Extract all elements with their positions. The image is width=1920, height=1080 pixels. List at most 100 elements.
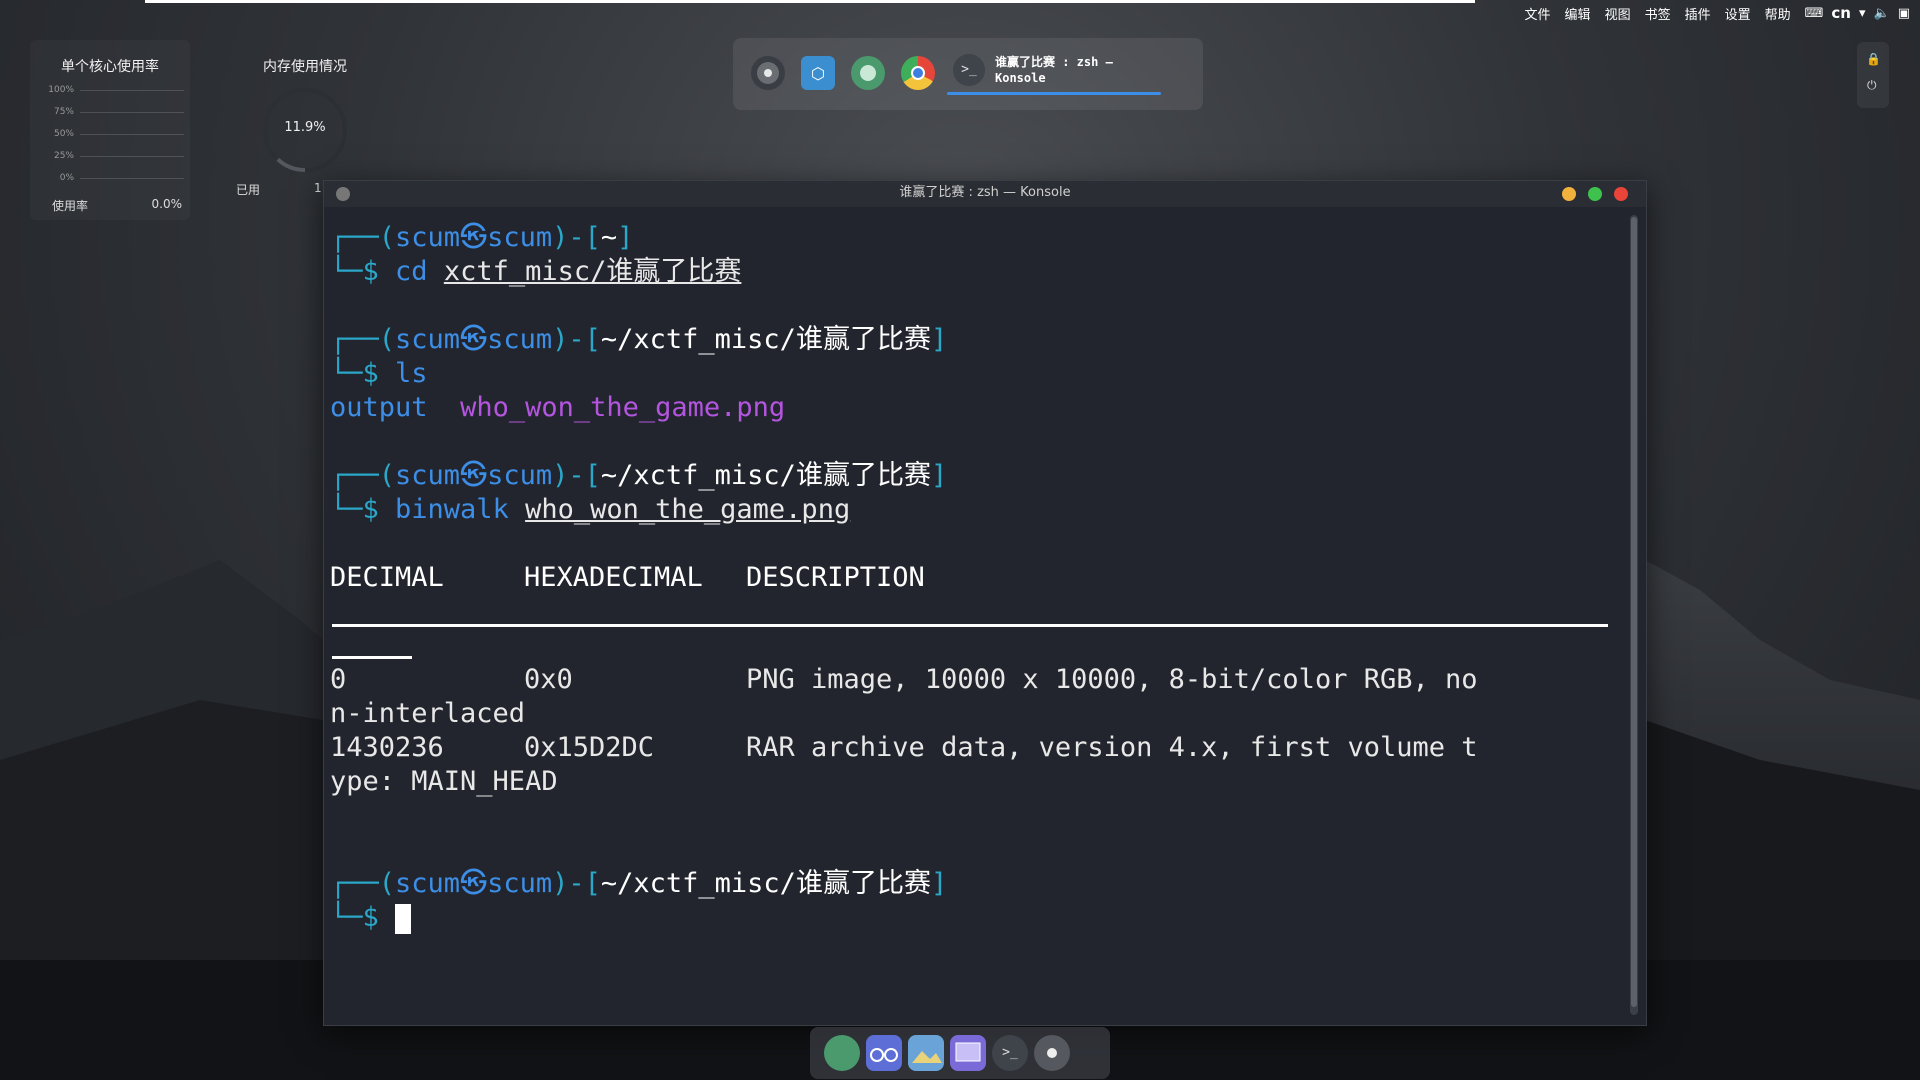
cpu-tick: 100%: [48, 85, 74, 95]
top-launcher-panel: ⬡ >_ 谁赢了比赛 : zsh — Konsole: [733, 38, 1203, 110]
image-viewer-icon[interactable]: [908, 1035, 944, 1071]
cpu-graph: 100% 75% 50% 25% 0%: [44, 85, 184, 200]
taskbar-konsole-entry[interactable]: >_ 谁赢了比赛 : zsh — Konsole: [947, 50, 1161, 95]
glasses-app-icon[interactable]: [866, 1035, 902, 1071]
maximize-button[interactable]: [1588, 187, 1602, 201]
prompt-line: ┌──(scum㉿scum)-[~/xctf_misc/谁赢了比赛]: [330, 323, 947, 357]
volume-icon[interactable]: 🔈: [1874, 6, 1890, 21]
file-manager-icon[interactable]: [824, 1035, 860, 1071]
prompt-line: ┌──(scum㉿scum)-[~]: [330, 221, 633, 255]
prompt-frame: )-[: [552, 324, 601, 355]
command-line: └─$ ls: [330, 357, 428, 391]
menu-plugins[interactable]: 插件: [1685, 4, 1711, 23]
close-button[interactable]: [1614, 187, 1628, 201]
menu-edit[interactable]: 编辑: [1565, 4, 1591, 23]
ls-output: output who_won_the_game.png: [330, 391, 785, 425]
prompt-host: scum: [487, 460, 553, 491]
prompt-dollar: └─$: [330, 256, 396, 287]
prompt-path: ~/xctf_misc/谁赢了比赛: [600, 868, 931, 899]
app-store-icon[interactable]: ⬡: [801, 56, 835, 90]
prompt-dollar: └─$: [330, 902, 396, 933]
command-line: └─$ binwalk who_won_the_game.png: [330, 493, 850, 527]
ls-directory: output: [330, 392, 428, 423]
row2-desc-wrap: ype: MAIN_HEAD: [330, 766, 558, 797]
row2-hex: 0x15D2DC: [524, 732, 655, 763]
table-rule: [332, 624, 1608, 627]
memory-percent: 11.9%: [284, 120, 326, 135]
chrome-browser-icon[interactable]: [901, 56, 935, 90]
prompt-line: ┌──(scum㉿scum)-[~/xctf_misc/谁赢了比赛]: [330, 459, 947, 493]
prompt-dollar: └─$: [330, 494, 396, 525]
power-icon[interactable]: ⏻: [1867, 78, 1877, 93]
menu-file[interactable]: 文件: [1525, 4, 1551, 23]
cpu-tick: 25%: [53, 151, 74, 161]
prompt-path: ~: [600, 222, 618, 253]
menu-bookmarks[interactable]: 书签: [1645, 4, 1671, 23]
row1-decimal: 0: [330, 664, 347, 695]
prompt-sep: ㉿: [460, 460, 488, 491]
settings-gear-icon[interactable]: [1034, 1035, 1070, 1071]
prompt-frame: ┌──(: [330, 868, 396, 899]
cpu-tick: 75%: [53, 107, 74, 117]
lock-icon[interactable]: 🔒: [1866, 52, 1881, 66]
menu-settings[interactable]: 设置: [1725, 4, 1751, 23]
screenshot-app-icon[interactable]: [950, 1035, 986, 1071]
prompt-frame: )-[: [552, 222, 601, 253]
terminal-icon[interactable]: >_: [992, 1035, 1028, 1071]
memory-used-value: 1: [314, 181, 322, 195]
prompt-frame: ]: [617, 222, 634, 253]
terminal-output[interactable]: ┌──(scum㉿scum)-[~] └─$ cd xctf_misc/谁赢了比…: [330, 207, 1630, 1019]
prompt-frame: ┌──(: [330, 324, 396, 355]
menu-help[interactable]: 帮助: [1765, 4, 1791, 23]
prompt-frame: ┌──(: [330, 222, 396, 253]
file-manager-icon[interactable]: [851, 56, 885, 90]
prompt-frame: ]: [930, 460, 948, 491]
global-menu-bar: 文件 编辑 视图 书签 插件 设置 帮助 ⌨ cn ▾ 🔈 ▣: [1525, 0, 1920, 26]
taskbar-label-line2: Konsole: [995, 71, 1046, 85]
prompt-host: scum: [487, 324, 553, 355]
window-titlebar[interactable]: 谁赢了比赛 : zsh — Konsole: [324, 181, 1646, 207]
screen-icon[interactable]: ▣: [1898, 6, 1910, 21]
prompt-frame: ┌──(: [330, 460, 396, 491]
prompt-user: scum: [395, 460, 461, 491]
text-cursor: [395, 903, 412, 934]
prompt-path: ~/xctf_misc/谁赢了比赛: [600, 324, 931, 355]
command-arg: xctf_misc/谁赢了比赛: [443, 256, 742, 287]
memory-used-label: 已用: [236, 183, 261, 197]
bottom-dock: >_: [810, 1027, 1110, 1079]
top-edge-line: [145, 0, 1475, 3]
prompt-sep: ㉿: [460, 324, 488, 355]
col-desc-header: DESCRIPTION: [746, 562, 925, 593]
active-task-indicator: [947, 92, 1161, 95]
keyboard-icon[interactable]: ⌨: [1805, 6, 1824, 21]
cpu-tick: 50%: [53, 129, 74, 139]
menu-view[interactable]: 视图: [1605, 4, 1631, 23]
col-hex-header: HEXADECIMAL: [524, 562, 703, 593]
row1-hex: 0x0: [524, 664, 573, 695]
prompt-sep: ㉿: [460, 868, 488, 899]
memory-widget-title: 内存使用情况: [263, 59, 347, 75]
command-name: cd: [395, 256, 428, 287]
window-title: 谁赢了比赛 : zsh — Konsole: [899, 185, 1071, 200]
prompt-frame: ]: [930, 868, 948, 899]
system-tray: ⌨ cn ▾ 🔈 ▣: [1805, 4, 1910, 22]
prompt-user: scum: [395, 324, 461, 355]
konsole-app-icon[interactable]: [336, 187, 350, 201]
prompt-user: scum: [395, 868, 461, 899]
prompt-dollar: └─$: [330, 358, 396, 389]
chevron-down-icon[interactable]: ▾: [1859, 6, 1866, 21]
input-method-indicator[interactable]: cn: [1831, 4, 1851, 22]
cpu-usage-row: 使用率 0.0%: [52, 197, 182, 214]
command-name: binwalk: [395, 494, 509, 525]
settings-gear-icon[interactable]: [751, 56, 785, 90]
terminal-scrollbar[interactable]: [1630, 215, 1638, 1015]
prompt-host: scum: [487, 868, 553, 899]
ls-image-file: who_won_the_game.png: [460, 392, 786, 423]
session-panel: 🔒 ⏻: [1857, 42, 1889, 108]
minimize-button[interactable]: [1562, 187, 1576, 201]
prompt-path: ~/xctf_misc/谁赢了比赛: [600, 460, 931, 491]
prompt-frame: )-[: [552, 868, 601, 899]
scrollbar-thumb[interactable]: [1631, 217, 1637, 1007]
cpu-widget-title: 单个核心使用率: [61, 59, 159, 75]
active-command-line[interactable]: └─$: [330, 901, 412, 935]
